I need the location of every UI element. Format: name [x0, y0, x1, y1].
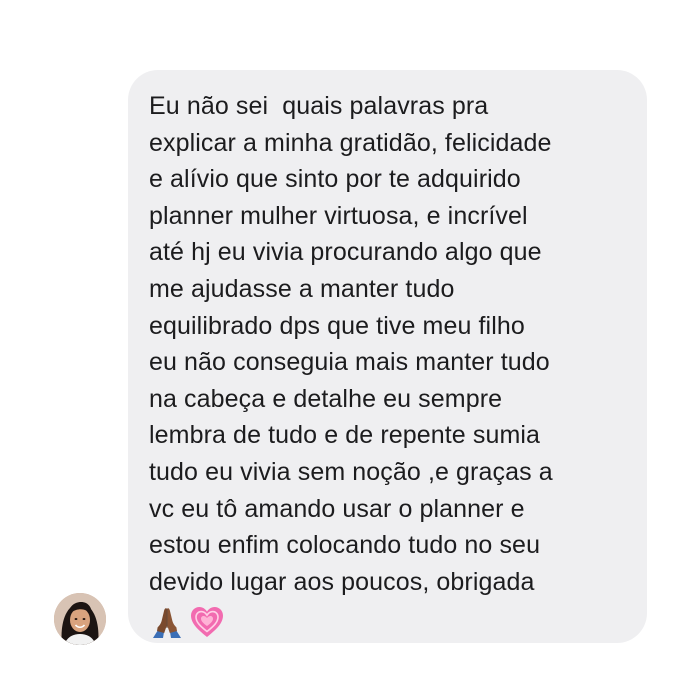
message-line: Eu não sei quais palavras pra — [149, 92, 489, 120]
avatar[interactable] — [54, 593, 106, 645]
message-line: vc eu tô amando usar o planner e — [149, 494, 525, 523]
message-line: até hj eu vivia procurando algo que — [149, 238, 542, 267]
chat-screen: Eu não sei quais palavras pra explicar a… — [0, 0, 700, 700]
emoji-row — [149, 602, 629, 642]
message-bubble[interactable]: Eu não sei quais palavras pra explicar a… — [128, 70, 647, 643]
message-line: equilibrado dps que tive meu filho — [149, 311, 525, 340]
message-line: tudo eu vivia sem noção ,e graças a — [149, 457, 553, 486]
message-line: eu não conseguia mais manter tudo — [149, 348, 550, 377]
message-line: estou enfim colocando tudo no seu — [149, 531, 541, 560]
message-line: na cabeça e detalhe eu sempre — [149, 384, 503, 413]
message-line: e alívio que sinto por te adquirido — [149, 165, 521, 194]
message-line: me ajudasse a manter tudo — [149, 274, 455, 303]
praying-hands-icon — [153, 608, 181, 639]
message-line: lembra de tudo e de repente sumia — [149, 421, 541, 450]
avatar-image — [54, 593, 106, 645]
message-line: devido lugar aos poucos, obrigada — [149, 567, 535, 596]
growing-heart-icon — [191, 607, 223, 638]
message-line: planner mulher virtuosa, e incrível — [149, 201, 528, 230]
message-line: explicar a minha gratidão, felicidade — [149, 128, 552, 157]
